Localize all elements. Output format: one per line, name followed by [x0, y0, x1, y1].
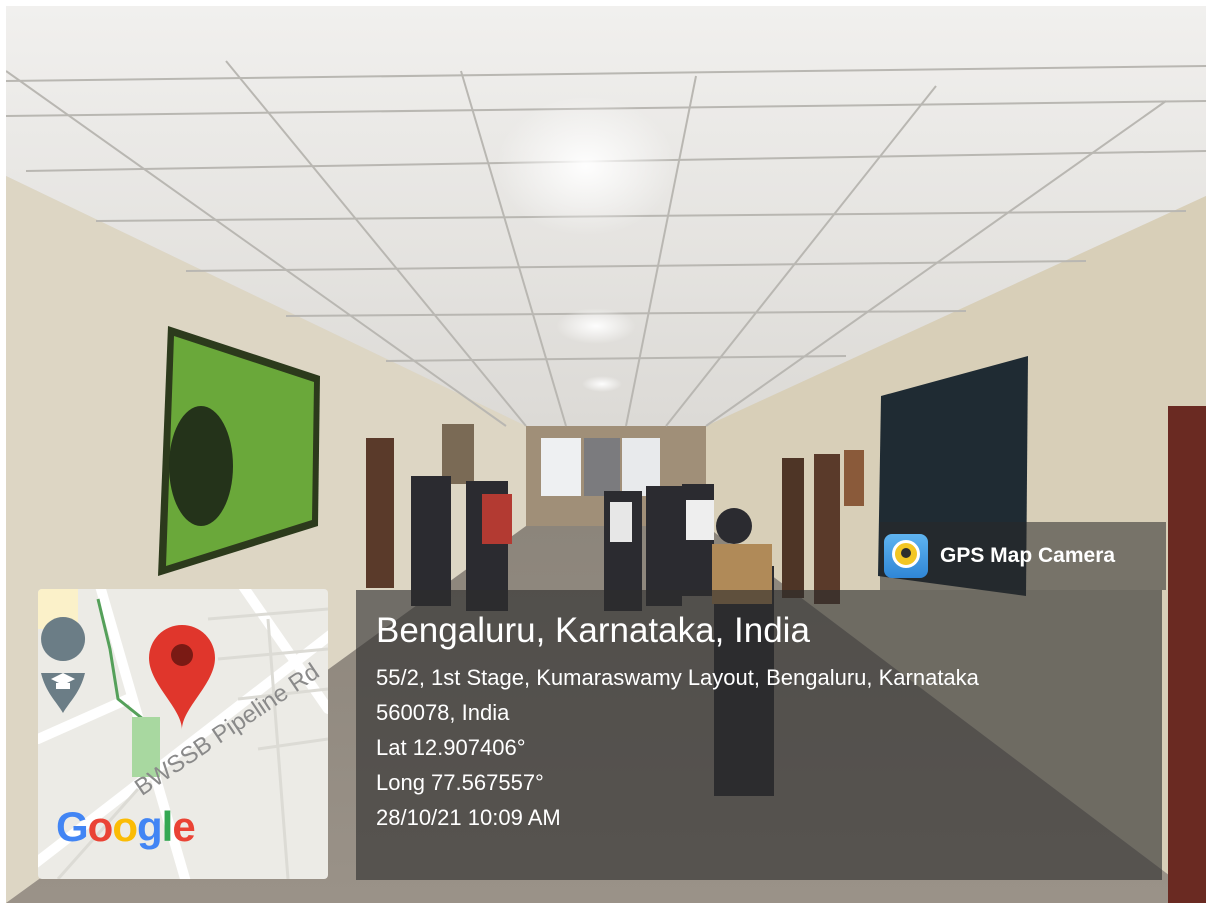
app-name: GPS Map Camera — [940, 544, 1116, 567]
address-line-2: 560078, India — [376, 700, 510, 725]
map-thumbnail: BWSSB Pipeline Rd Google — [38, 589, 328, 879]
address-line-1: 55/2, 1st Stage, Kumaraswamy Layout, Ben… — [376, 665, 979, 690]
datetime: 28/10/21 10:09 AM — [376, 805, 561, 830]
location-pin-icon — [149, 625, 215, 730]
longitude: Long 77.567557° — [376, 770, 544, 795]
latitude: Lat 12.907406° — [376, 735, 526, 760]
location-info-panel: Bengaluru, Karnataka, India 55/2, 1st St… — [356, 590, 1162, 880]
education-icon — [41, 617, 86, 713]
gps-map-camera-icon — [884, 534, 928, 578]
google-logo: Google — [56, 803, 196, 850]
app-badge: GPS Map Camera — [880, 522, 1166, 590]
place-title: Bengaluru, Karnataka, India — [376, 611, 810, 650]
